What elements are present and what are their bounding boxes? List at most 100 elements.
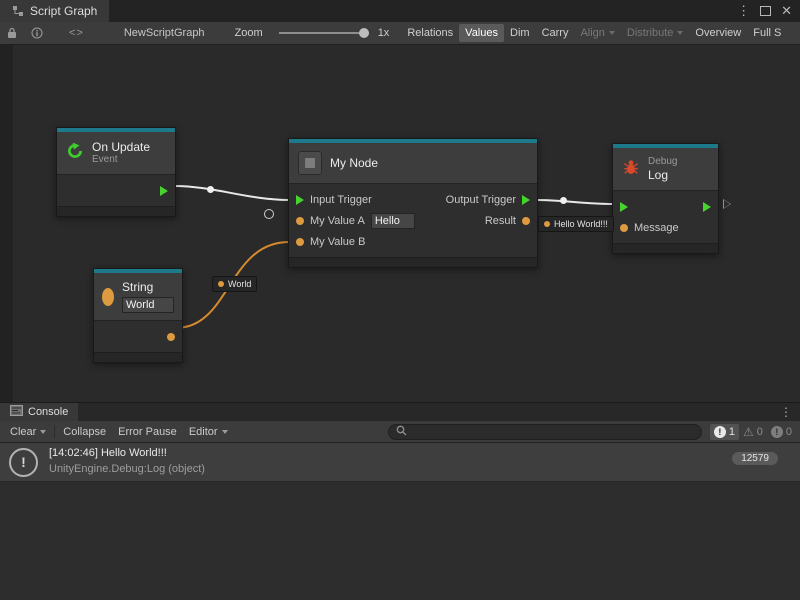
error-count: 0 (786, 426, 792, 438)
value-dot-icon (218, 281, 224, 287)
console-tab-bar: Console ⋮ (0, 402, 800, 421)
tab-title: Script Graph (30, 4, 97, 18)
warning-filter-toggle[interactable]: ⚠ 0 (739, 423, 767, 441)
error-badge-icon: ! (771, 426, 783, 438)
divider (54, 425, 55, 438)
port-label: Output Trigger (446, 194, 516, 206)
node-category: Debug (648, 156, 677, 168)
value-input-port[interactable] (620, 224, 628, 232)
zoom-slider-knob[interactable] (359, 28, 369, 38)
value-dot-icon (544, 221, 550, 227)
maximize-icon[interactable] (760, 6, 771, 16)
control-output-port[interactable] (703, 202, 711, 212)
node-on-update[interactable]: On Update Event (56, 127, 176, 217)
value-a-field[interactable] (371, 213, 415, 229)
info-icon[interactable] (31, 27, 43, 39)
node-footer (613, 243, 718, 253)
warning-icon: ⚠ (743, 425, 754, 439)
carry-button[interactable]: Carry (536, 24, 575, 42)
info-badge-icon: ! (714, 426, 726, 438)
node-footer (289, 257, 537, 267)
port-label: Message (634, 222, 679, 234)
log-entry[interactable]: ! [14:02:46] Hello World!!! UnityEngine.… (0, 443, 800, 482)
port-label: My Value B (310, 236, 365, 248)
fullscreen-button[interactable]: Full S (747, 24, 787, 42)
node-title: On Update (92, 140, 150, 154)
error-filter-toggle[interactable]: ! 0 (767, 424, 796, 440)
wire-control-mynode-debug[interactable] (537, 200, 613, 204)
collapse-button[interactable]: Collapse (57, 424, 112, 440)
console-menu-icon[interactable]: ⋮ (780, 405, 792, 419)
unconnected-value-port[interactable] (264, 209, 274, 219)
node-footer (94, 352, 182, 362)
window-menu-icon[interactable]: ⋮ (737, 3, 750, 19)
chevron-down-icon (222, 430, 228, 434)
control-input-port[interactable] (296, 195, 304, 205)
wire-dot[interactable] (207, 186, 214, 193)
console-icon (10, 405, 23, 419)
port-label: Input Trigger (310, 194, 372, 206)
info-filter-toggle[interactable]: ! 1 (710, 424, 739, 440)
console-search[interactable] (388, 424, 702, 440)
string-value-field[interactable] (122, 297, 174, 313)
node-my-node[interactable]: My Node Input Trigger Output Trigger My … (288, 138, 538, 268)
tab-script-graph[interactable]: Script Graph (0, 0, 109, 22)
bug-icon (622, 158, 640, 181)
script-graph-icon (12, 5, 24, 17)
search-icon (396, 425, 407, 439)
node-footer (57, 206, 175, 216)
log-info-icon: ! (9, 448, 38, 477)
lock-icon[interactable] (7, 27, 17, 39)
unconnected-control-port[interactable] (723, 199, 731, 209)
console-toolbar: Clear Collapse Error Pause Editor ! 1 ⚠ … (0, 421, 800, 443)
value-input-port[interactable] (296, 217, 304, 225)
node-string[interactable]: String (93, 268, 183, 363)
control-input-port[interactable] (620, 202, 628, 212)
value-output-port[interactable] (522, 217, 530, 225)
chevron-down-icon (677, 31, 683, 35)
console-panel: Console ⋮ Clear Collapse Error Pause Edi… (0, 402, 800, 600)
zoom-label: Zoom (235, 27, 263, 39)
node-subtitle: Event (92, 154, 150, 166)
editor-dropdown[interactable]: Editor (183, 424, 234, 440)
console-tab-title: Console (28, 406, 68, 418)
control-output-port[interactable] (160, 186, 168, 196)
code-icon[interactable]: <> (69, 27, 84, 39)
align-button[interactable]: Align (574, 24, 620, 42)
distribute-button[interactable]: Distribute (621, 24, 689, 42)
log-line-2: UnityEngine.Debug:Log (object) (49, 462, 205, 478)
wire-value-label: World (212, 276, 257, 292)
port-label: My Value A (310, 215, 365, 227)
graph-name: NewScriptGraph (124, 27, 205, 39)
wire-value-label: Hello World!!! (538, 216, 614, 232)
node-title: String (122, 280, 174, 294)
string-icon (102, 288, 114, 306)
graph-toolbar: <> NewScriptGraph Zoom 1x Relations Valu… (0, 22, 800, 45)
console-log-area[interactable]: ! [14:02:46] Hello World!!! UnityEngine.… (0, 443, 800, 600)
relations-button[interactable]: Relations (401, 24, 459, 42)
info-count: 1 (729, 426, 735, 438)
node-icon (298, 151, 322, 175)
graph-canvas[interactable]: On Update Event My Node Input Trigger (0, 45, 800, 402)
log-line-1: [14:02:46] Hello World!!! (49, 446, 205, 462)
value-output-port[interactable] (167, 333, 175, 341)
tab-console[interactable]: Console (0, 403, 78, 421)
node-title: Log (648, 168, 677, 182)
close-icon[interactable]: ✕ (781, 3, 792, 19)
wire-dot[interactable] (560, 197, 567, 204)
wire-control-onupdate-mynode[interactable] (174, 186, 289, 200)
values-button[interactable]: Values (459, 24, 504, 42)
search-input[interactable] (412, 425, 694, 438)
overview-button[interactable]: Overview (689, 24, 747, 42)
control-output-port[interactable] (522, 195, 530, 205)
error-pause-button[interactable]: Error Pause (112, 424, 183, 440)
zoom-value: 1x (378, 27, 390, 39)
port-label: Result (485, 215, 516, 227)
clear-button[interactable]: Clear (4, 424, 52, 440)
node-debug-log[interactable]: Debug Log Message (612, 143, 719, 254)
zoom-slider[interactable] (279, 32, 369, 34)
chevron-down-icon (40, 430, 46, 434)
dim-button[interactable]: Dim (504, 24, 536, 42)
event-icon (66, 142, 84, 165)
value-input-port[interactable] (296, 238, 304, 246)
